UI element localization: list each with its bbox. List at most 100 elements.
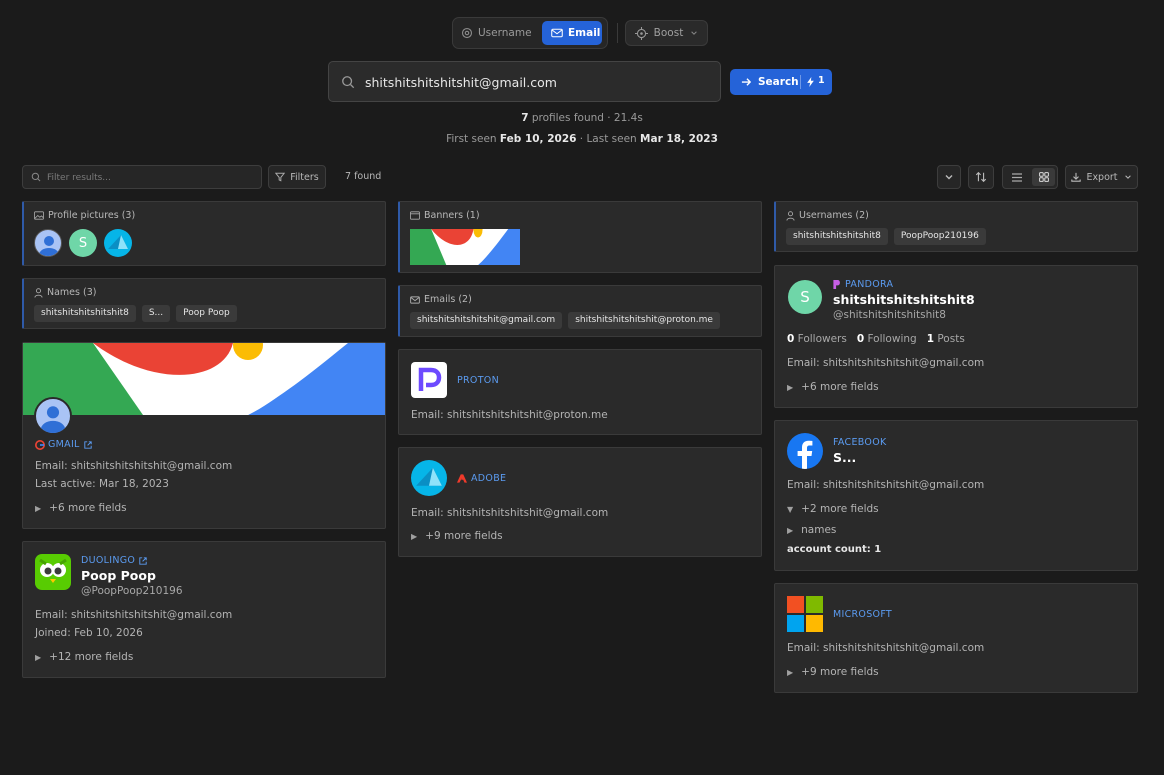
facebook-more-fields-toggle[interactable]: ▼ +2 more fields: [787, 503, 879, 515]
arrow-right-icon: [741, 78, 752, 86]
banner-icon: [410, 211, 420, 220]
facebook-platform-link[interactable]: FACEBOOK: [833, 437, 887, 448]
filters-button[interactable]: Filters: [268, 165, 326, 189]
duolingo-email: Email: shitshitshitshitshit@gmail.com: [35, 609, 233, 621]
facebook-account-count: account count: 1: [787, 544, 882, 555]
username-mode-label: Username: [478, 27, 532, 39]
search-credit-count: 1: [818, 75, 825, 86]
adobe-avatar: [411, 460, 447, 496]
adobe-avatar-thumbnail[interactable]: [104, 229, 132, 257]
boost-label: Boost: [653, 27, 684, 39]
last-seen-label: · Last seen: [576, 133, 641, 145]
proton-email: Email: shitshitshitshitshit@proton.me: [411, 409, 608, 421]
found-count: 7 found: [345, 171, 382, 182]
expand-triangle-icon: ▶: [35, 503, 42, 513]
microsoft-more-fields-toggle[interactable]: ▶ +9 more fields: [787, 666, 879, 678]
search-icon: [342, 76, 355, 89]
banner-thumbnail[interactable]: [410, 229, 520, 265]
adobe-more-fields-toggle[interactable]: ▶ +9 more fields: [411, 530, 503, 542]
banners-card: Banners (1): [398, 201, 762, 273]
names-title: Names (3): [47, 287, 97, 298]
names-header: Names (3): [34, 287, 96, 298]
microsoft-platform-link[interactable]: MICROSOFT: [833, 609, 892, 620]
pandora-avatar-thumbnail-letter: S: [78, 235, 88, 251]
boost-dropdown[interactable]: Boost: [625, 20, 708, 46]
adobe-default-avatar-icon: [416, 467, 442, 486]
bolt-icon: [807, 77, 814, 87]
search-button[interactable]: Search 1: [730, 69, 832, 95]
microsoft-profile-card: MICROSOFT Email: shitshitshitshitshit@gm…: [774, 583, 1138, 693]
username-chip[interactable]: PoopPoop210196: [893, 228, 986, 245]
chevron-down-icon: [691, 31, 698, 35]
email-chip[interactable]: shitshitshitshitshit@proton.me: [568, 312, 720, 329]
google-g-icon: [35, 439, 45, 450]
pandora-email: Email: shitshitshitshitshit@gmail.com: [787, 357, 985, 369]
email-mode-button[interactable]: Email: [542, 21, 602, 45]
banners-header: Banners (1): [410, 210, 480, 221]
search-input[interactable]: [365, 72, 705, 92]
name-chip[interactable]: Poop Poop: [176, 305, 237, 322]
adobe-platform-label: ADOBE: [471, 473, 507, 484]
sort-button[interactable]: [968, 165, 994, 189]
google-banner-art: [410, 229, 520, 265]
funnel-icon: [275, 172, 286, 182]
gmail-more-fields-toggle[interactable]: ▶ +6 more fields: [35, 502, 127, 514]
proton-profile-card: PROTON Email: shitshitshitshitshit@proto…: [398, 349, 762, 435]
pandora-more-fields-toggle[interactable]: ▶ +6 more fields: [787, 381, 879, 393]
duolingo-more-fields-toggle[interactable]: ▶ +12 more fields: [35, 651, 133, 663]
proton-platform-link[interactable]: PROTON: [457, 375, 499, 386]
export-label: Export: [1086, 171, 1118, 183]
search-button-divider: [800, 75, 801, 89]
usernames-card: Usernames (2) shitshitshitshitshit8 Poop…: [774, 201, 1138, 252]
collapse-triangle-icon: ▼: [787, 504, 794, 514]
gmail-avatar-thumbnail[interactable]: [34, 229, 62, 257]
name-chip[interactable]: shitshitshitshitshit8: [34, 305, 136, 322]
collapse-toggle-button[interactable]: [937, 165, 961, 189]
facebook-email: Email: shitshitshitshitshit@gmail.com: [787, 479, 985, 491]
pandora-platform-link[interactable]: PANDORA: [833, 279, 893, 290]
expand-triangle-icon: ▶: [787, 667, 794, 677]
email-chip[interactable]: shitshitshitshitshit@gmail.com: [410, 312, 563, 329]
expand-triangle-icon: ▶: [787, 525, 794, 535]
duolingo-more-fields-label: +12 more fields: [49, 651, 134, 663]
usernames-chip-list: shitshitshitshitshit8 PoopPoop210196: [786, 228, 986, 245]
duolingo-profile-card: DUOLINGO Poop Poop @PoopPoop210196 Email…: [22, 541, 386, 678]
pandora-profile-card: S PANDORA shitshitshitshitshit8 @shitshi…: [774, 265, 1138, 408]
username-chip[interactable]: shitshitshitshitshit8: [786, 228, 888, 245]
username-mode-button[interactable]: Username: [461, 21, 537, 45]
download-icon: [1071, 172, 1082, 182]
list-view-button[interactable]: [1006, 168, 1028, 186]
expand-triangle-icon: ▶: [787, 382, 794, 392]
profile-count-suffix: profiles found · 21.4s: [528, 112, 643, 124]
pandora-logo-icon: [833, 280, 840, 289]
adobe-platform-link[interactable]: ADOBE: [457, 473, 506, 484]
names-chip-list: shitshitshitshitshit8 S... Poop Poop: [34, 305, 237, 322]
grid-view-button[interactable]: [1032, 168, 1055, 186]
filter-results-input[interactable]: [47, 171, 252, 185]
gmail-platform-link[interactable]: GMAIL: [35, 439, 92, 450]
usernames-title: Usernames (2): [799, 210, 869, 221]
microsoft-email: Email: shitshitshitshitshit@gmail.com: [787, 642, 985, 654]
export-button[interactable]: Export: [1065, 165, 1138, 189]
facebook-display-name: S...: [833, 450, 857, 465]
following-label: Following: [864, 333, 917, 345]
seen-dates: First seen Feb 10, 2026 · Last seen Mar …: [0, 133, 1164, 145]
duolingo-platform-label: DUOLINGO: [81, 555, 136, 566]
duolingo-platform-link[interactable]: DUOLINGO: [81, 555, 147, 566]
list-icon: [1012, 172, 1022, 182]
image-icon: [34, 211, 44, 220]
at-icon: [461, 27, 473, 39]
pandora-avatar-thumbnail[interactable]: S: [69, 229, 97, 257]
pandora-stats: 0 Followers 0 Following 1 Posts: [787, 333, 965, 345]
chevron-down-icon: [945, 175, 953, 180]
emails-chip-list: shitshitshitshitshit@gmail.com shitshits…: [410, 312, 720, 329]
boost-target-icon: [634, 26, 648, 40]
name-chip[interactable]: S...: [141, 305, 171, 322]
profile-pictures-card: Profile pictures (3) S: [22, 201, 386, 266]
facebook-names-toggle[interactable]: ▶ names: [787, 524, 836, 536]
first-seen-date: Feb 10, 2026: [499, 133, 577, 145]
microsoft-logo-icon: [787, 596, 823, 632]
view-toggle: [1002, 165, 1058, 189]
sort-arrows-icon: [975, 171, 987, 183]
duolingo-handle: @PoopPoop210196: [81, 585, 183, 597]
